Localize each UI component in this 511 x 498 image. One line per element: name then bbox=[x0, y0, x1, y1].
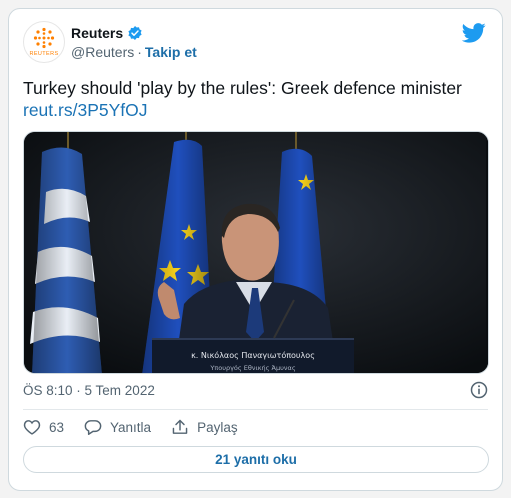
tweet-image[interactable]: κ. Νικόλαος Παναγιωτόπουλος Υπουργός Εθν… bbox=[23, 131, 489, 374]
podium-title-text: Υπουργός Εθνικής Άμυνας bbox=[209, 364, 296, 372]
verified-badge-icon bbox=[128, 26, 142, 40]
heart-icon bbox=[23, 420, 41, 435]
tweet-timestamp[interactable]: ÖS 8:10 · 5 Tem 2022 bbox=[23, 383, 155, 398]
reuters-logo-icon bbox=[33, 27, 55, 49]
tweet-text-block: Turkey should 'play by the rules': Greek… bbox=[23, 77, 493, 121]
share-button[interactable]: Paylaş bbox=[171, 419, 238, 435]
handle-separator: · bbox=[137, 44, 142, 60]
reply-label: Yanıtla bbox=[110, 419, 152, 435]
tweet-card: REUTERS Reuters @Reuters · Takip et Turk… bbox=[8, 8, 503, 491]
podium: κ. Νικόλαος Παναγιωτόπουλος Υπουργός Εθν… bbox=[152, 338, 354, 373]
like-count: 63 bbox=[49, 419, 65, 435]
reuters-avatar[interactable]: REUTERS bbox=[23, 21, 65, 63]
share-label: Paylaş bbox=[197, 419, 238, 435]
account-info: Reuters @Reuters · Takip et bbox=[71, 25, 197, 60]
info-icon[interactable] bbox=[470, 381, 488, 399]
defence-minister-photo: κ. Νικόλαος Παναγιωτόπουλος Υπουργός Εθν… bbox=[24, 132, 488, 373]
account-name[interactable]: Reuters bbox=[71, 25, 123, 41]
divider bbox=[23, 409, 488, 410]
tweet-actions: 63 Yanıtla Paylaş bbox=[23, 419, 258, 435]
tweet-link[interactable]: reut.rs/3P5YfOJ bbox=[23, 99, 493, 121]
reply-button[interactable]: Yanıtla bbox=[84, 419, 151, 435]
twitter-bird-icon[interactable] bbox=[462, 23, 486, 43]
share-upload-icon bbox=[172, 419, 188, 434]
tweet-text: Turkey should 'play by the rules': Greek… bbox=[23, 78, 462, 98]
follow-link[interactable]: Takip et bbox=[145, 44, 197, 60]
speech-bubble-icon bbox=[84, 420, 102, 435]
avatar-logo-text: REUTERS bbox=[29, 51, 59, 57]
account-handle[interactable]: @Reuters bbox=[71, 44, 134, 60]
podium-name-text: κ. Νικόλαος Παναγιωτόπουλος bbox=[191, 350, 315, 360]
like-button[interactable]: 63 bbox=[23, 419, 64, 435]
read-replies-button[interactable]: 21 yanıtı oku bbox=[23, 446, 489, 473]
